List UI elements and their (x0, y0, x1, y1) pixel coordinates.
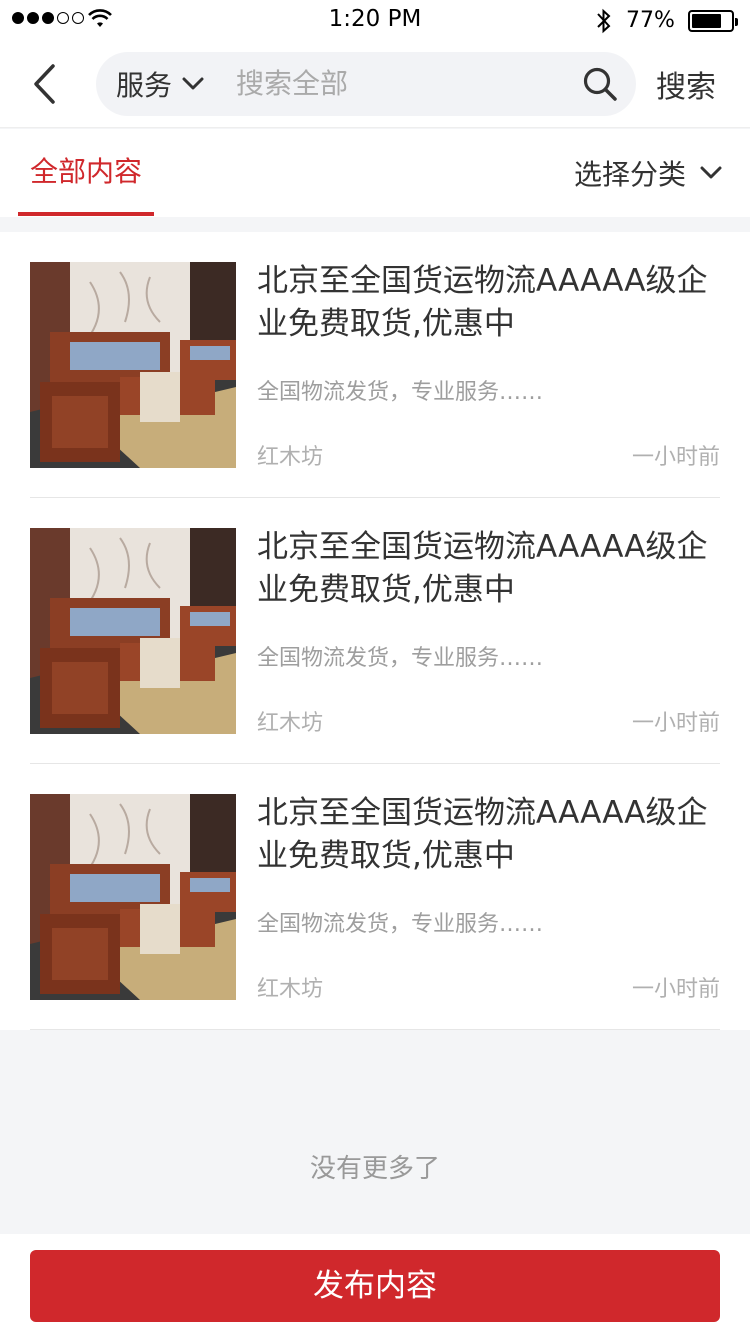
status-bar: 1:20 PM 77% (0, 0, 750, 40)
search-header: 服务 搜索全部 搜索 (0, 40, 750, 128)
search-icon[interactable] (582, 66, 618, 102)
search-input[interactable]: 搜索全部 (236, 52, 348, 116)
no-more-text: 没有更多了 (309, 1154, 440, 1184)
search-box: 服务 搜索全部 (96, 52, 636, 116)
chevron-down-icon (182, 77, 204, 90)
list-item[interactable]: 北京至全国货运物流AAAAA级企业免费取货,优惠中 全国物流发货，专业服务…… … (30, 498, 720, 764)
chevron-down-icon (700, 166, 722, 179)
content-list: 北京至全国货运物流AAAAA级企业免费取货,优惠中 全国物流发货，专业服务…… … (0, 232, 750, 1030)
list-item[interactable]: 北京至全国货运物流AAAAA级企业免费取货,优惠中 全国物流发货，专业服务…… … (30, 764, 720, 1030)
search-scope-dropdown[interactable]: 服务 (116, 52, 204, 116)
bluetooth-icon (597, 8, 611, 34)
search-button[interactable]: 搜索 (656, 62, 716, 106)
battery-icon (688, 10, 738, 32)
bottom-bar: 发布内容 (0, 1234, 750, 1334)
item-shop-name: 红木坊 (257, 445, 324, 470)
back-button[interactable] (24, 62, 64, 106)
publish-content-button[interactable]: 发布内容 (30, 1250, 720, 1322)
content-tabs: 全部内容 选择分类 (0, 129, 750, 217)
battery-percent: 77% (626, 8, 675, 33)
furniture-thumbnail (30, 794, 236, 1000)
tab-all-content[interactable]: 全部内容 (18, 129, 154, 217)
item-title: 北京至全国货运物流AAAAA级企业免费取货,优惠中 (257, 263, 708, 342)
item-title: 北京至全国货运物流AAAAA级企业免费取货,优惠中 (257, 795, 708, 874)
category-label: 选择分类 (573, 158, 686, 191)
active-tab-indicator (18, 212, 154, 216)
chevron-left-icon (34, 64, 55, 104)
category-selector[interactable]: 选择分类 (574, 129, 722, 217)
search-scope-label: 服务 (116, 69, 173, 102)
item-shop-name: 红木坊 (257, 711, 324, 736)
item-time: 一小时前 (631, 977, 720, 1002)
furniture-thumbnail (30, 528, 236, 734)
item-description: 全国物流发货，专业服务…… (257, 912, 544, 937)
item-time: 一小时前 (631, 445, 720, 470)
item-description: 全国物流发货，专业服务…… (257, 646, 544, 671)
item-time: 一小时前 (631, 711, 720, 736)
list-item[interactable]: 北京至全国货运物流AAAAA级企业免费取货,优惠中 全国物流发货，专业服务…… … (30, 232, 720, 498)
furniture-thumbnail (30, 262, 236, 468)
item-description: 全国物流发货，专业服务…… (257, 380, 544, 405)
item-title: 北京至全国货运物流AAAAA级企业免费取货,优惠中 (257, 529, 708, 608)
item-shop-name: 红木坊 (257, 977, 324, 1002)
